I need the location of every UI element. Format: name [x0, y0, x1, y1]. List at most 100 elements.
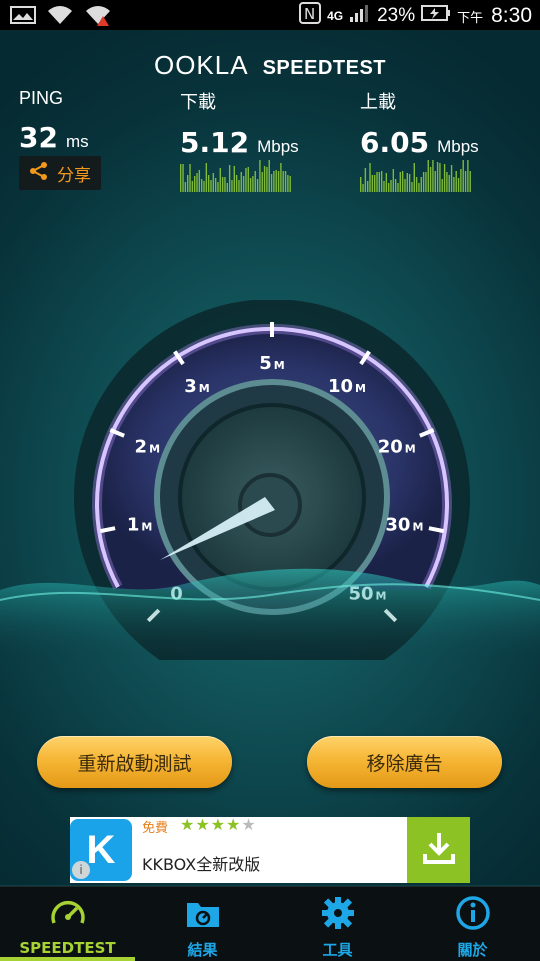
sparkline-bar — [404, 179, 406, 192]
sparkline-bar — [383, 181, 385, 192]
sparkline-bar — [406, 173, 408, 192]
sparkline-bar — [240, 172, 242, 192]
gear-icon — [270, 895, 405, 931]
speedometer-icon — [0, 895, 135, 931]
sparkline-bar — [275, 170, 277, 192]
download-unit: Mbps — [257, 137, 299, 156]
sparkline-bar — [221, 177, 224, 192]
sparkline-bar — [277, 171, 280, 192]
sparkline-bar — [224, 177, 226, 192]
sparkline-bar — [380, 171, 383, 192]
share-label: 分享 — [57, 165, 91, 186]
sparkline-bar — [261, 172, 263, 192]
logo-ookla-text: OOKLA — [153, 50, 249, 80]
sparkline-bar — [422, 172, 425, 192]
sparkline-bar — [450, 165, 453, 192]
sparkline-bar — [366, 181, 369, 192]
sparkline-bar — [245, 168, 247, 192]
sparkline-bar — [270, 174, 273, 192]
sparkline-bar — [460, 169, 462, 192]
sparkline-bar — [284, 171, 287, 192]
sparkline-bar — [203, 181, 205, 192]
sparkline-bar — [266, 167, 268, 192]
wave-decoration — [0, 568, 540, 660]
sparkline-bar — [228, 165, 231, 192]
sparkline-bar — [259, 160, 261, 192]
sparkline-bar — [441, 179, 443, 192]
upload-value: 6.05 — [360, 126, 430, 159]
sparkline-bar — [457, 178, 460, 192]
sparkline-bar — [387, 183, 390, 192]
sparkline-bar — [226, 183, 228, 192]
sparkline-bar — [397, 183, 399, 192]
sparkline-bar — [186, 175, 189, 192]
sparkline-bar — [180, 164, 182, 192]
sparkline-bar — [238, 180, 240, 192]
logo-speedtest-text: SPEEDTEST — [262, 57, 386, 79]
sparkline-bar — [369, 163, 371, 192]
speed-gauge: 01M2M3M5M10M20M30M50M — [0, 300, 540, 660]
sparkline-bar — [420, 177, 422, 192]
ping-label: PING — [19, 88, 64, 108]
sparkline-bar — [217, 182, 219, 192]
svg-text:N: N — [304, 5, 315, 23]
sparkline-bar — [401, 171, 404, 192]
sparkline-bar — [189, 164, 191, 192]
nav-results-label: 結果 — [187, 941, 218, 959]
sparkline-bar — [252, 176, 254, 192]
nav-results[interactable]: 結果 — [135, 887, 270, 961]
app-logo: OOKLA SPEEDTEST — [0, 50, 540, 81]
sparkline-bar — [282, 171, 284, 192]
ping-value: 32 — [19, 121, 58, 154]
network-type-label: 4G — [327, 9, 344, 23]
sparkline-bar — [455, 171, 457, 192]
status-bar: N 4G 23% 下午 8:30 — [0, 0, 540, 30]
battery-percent: 23% — [377, 5, 416, 26]
sparkline-bar — [390, 180, 392, 192]
sparkline-bar — [184, 182, 187, 192]
time-prefix: 下午 — [457, 9, 484, 25]
nfc-icon: N — [299, 2, 322, 30]
ad-free-label: 免費 — [142, 821, 169, 836]
remove-ads-button[interactable]: 移除廣告 — [307, 736, 502, 788]
nav-speedtest-label: SPEEDTEST — [19, 939, 116, 957]
sparkline-bar — [399, 172, 402, 192]
wifi-warning-icon — [84, 4, 112, 32]
ad-download-button[interactable] — [407, 817, 470, 883]
sparkline-bar — [247, 167, 249, 192]
sparkline-bar — [429, 167, 432, 192]
sparkline-bar — [467, 160, 469, 192]
sparkline-bar — [427, 160, 429, 192]
sparkline-bar — [394, 179, 397, 192]
nav-about-label: 關於 — [457, 941, 488, 959]
sparkline-bar — [182, 164, 184, 192]
sparkline-bar — [235, 175, 238, 192]
sparkline-bar — [191, 181, 194, 192]
sparkline-bar — [464, 171, 467, 192]
download-sparkline — [180, 160, 291, 192]
nav-about[interactable]: 關於 — [405, 887, 540, 961]
battery-charging-icon — [421, 4, 451, 28]
sparkline-bar — [233, 166, 235, 192]
share-button[interactable]: 分享 — [19, 156, 101, 190]
download-icon — [421, 830, 457, 870]
sparkline-bar — [362, 184, 364, 192]
ad-banner[interactable]: K i 免費 ★★★★★ KKBOX全新改版 — [70, 817, 470, 883]
sparkline-bar — [378, 172, 381, 192]
sparkline-bar — [289, 176, 291, 192]
sparkline-bar — [443, 164, 446, 192]
sparkline-bar — [453, 177, 455, 192]
nav-speedtest[interactable]: SPEEDTEST — [0, 887, 135, 961]
sparkline-bar — [205, 163, 208, 192]
sparkline-bar — [415, 177, 418, 192]
nav-tools[interactable]: 工具 — [270, 887, 405, 961]
sparkline-bar — [436, 162, 439, 192]
restart-test-button[interactable]: 重新啟動測試 — [37, 736, 232, 788]
nav-active-indicator — [0, 957, 135, 961]
sparkline-bar — [256, 179, 259, 192]
sparkline-bar — [280, 163, 282, 192]
sparkline-bar — [231, 180, 233, 192]
sparkline-bar — [200, 179, 203, 192]
ad-info-icon[interactable]: i — [72, 861, 90, 879]
sparkline-bar — [439, 163, 441, 192]
